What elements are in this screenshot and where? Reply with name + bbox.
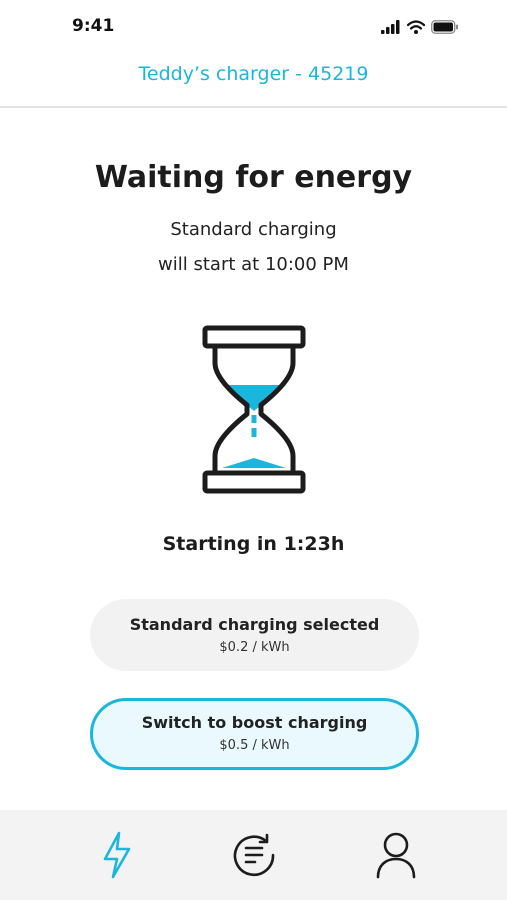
status-time: 9:41 (72, 16, 115, 36)
charger-title: Teddy’s charger - 45219 (138, 63, 369, 85)
history-icon (233, 833, 275, 876)
nav-history-tab[interactable] (229, 830, 279, 880)
option-price: $0.5 / kWh (219, 738, 290, 753)
option-price: $0.2 / kWh (219, 640, 290, 655)
lightning-icon (103, 831, 131, 879)
status-bar: 9:41 (0, 0, 507, 50)
bottom-nav (0, 810, 507, 900)
nav-profile-tab[interactable] (371, 830, 421, 880)
hourglass-icon (202, 325, 306, 494)
option-title: Standard charging selected (129, 615, 380, 634)
app-header: Teddy’s charger - 45219 (0, 50, 507, 108)
profile-icon (376, 832, 416, 879)
page-title: Waiting for energy (94, 160, 413, 195)
option-title: Switch to boost charging (141, 713, 368, 732)
battery-icon (431, 20, 458, 34)
boost-charging-button[interactable]: Switch to boost charging $0.5 / kWh (90, 698, 419, 770)
countdown-text: Starting in 1:23h (162, 533, 345, 555)
nav-charging-tab[interactable] (92, 830, 142, 880)
wifi-icon (407, 20, 425, 34)
status-icons (381, 19, 459, 35)
signal-icon (381, 20, 400, 34)
charging-mode-text: Standard charging (170, 219, 337, 240)
standard-charging-option[interactable]: Standard charging selected $0.2 / kWh (90, 599, 419, 671)
charging-start-time-text: will start at 10:00 PM (158, 254, 349, 275)
